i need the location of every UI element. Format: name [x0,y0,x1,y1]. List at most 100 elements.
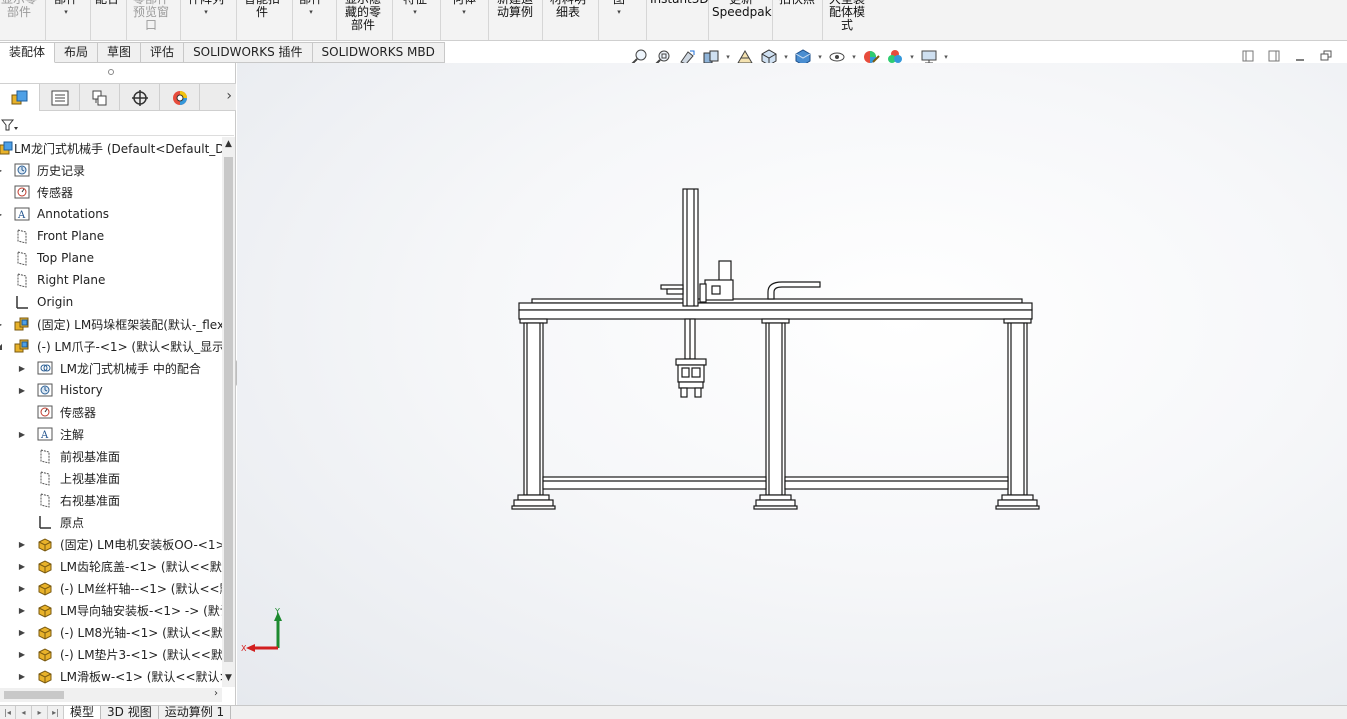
tree-item[interactable]: ▶ LM滑板w-<1> (默认<<默认> [0,665,222,687]
tree-item[interactable]: Origin [0,291,222,313]
expand-arrow-icon[interactable]: ▶ [17,628,27,637]
property-manager-icon[interactable] [40,84,80,111]
panel-collapse-handle[interactable] [108,69,114,75]
tab-5[interactable]: SOLIDWORKS MBD [312,42,445,63]
expand-arrow-icon[interactable]: ▶ [17,430,27,439]
ribbon-button-1[interactable]: 部件▾ [47,0,85,39]
chevron-down-icon[interactable]: ▾ [782,53,790,61]
ribbon-button-4[interactable]: 件阵列▾ [184,0,228,39]
scroll-up-icon[interactable]: ▲ [225,139,232,149]
tab-2[interactable]: 草图 [98,42,142,63]
expand-arrow-icon[interactable]: ▶ [0,166,4,175]
tree-item[interactable]: 原点 [0,511,222,533]
ribbon-button-3[interactable]: 零部件 预览窗 口 [128,0,174,39]
tree-item[interactable]: Top Plane [0,247,222,269]
tree-item[interactable]: ▶ LM龙门式机械手 中的配合 [0,357,222,379]
tree-item[interactable]: ▶ A Annotations [0,203,222,225]
scroll-right-icon[interactable]: › [214,688,218,699]
next-tab-icon[interactable]: ▸ [32,706,48,719]
tree-item[interactable]: 上视基准面 [0,467,222,489]
tile-right-icon[interactable] [1266,48,1282,64]
configuration-manager-icon[interactable] [80,84,120,111]
scrollbar-thumb[interactable] [224,157,233,662]
chevron-down-icon[interactable]: ▾ [447,7,481,17]
expand-arrow-icon[interactable]: ▶ [17,672,27,681]
expand-arrow-icon[interactable]: ▶ [17,364,27,373]
chevron-down-icon[interactable]: ▾ [606,7,632,17]
scroll-down-icon[interactable]: ▼ [225,673,232,683]
chevron-down-icon[interactable]: ▾ [908,53,916,61]
tree-vertical-scrollbar[interactable]: ▲ ▼ [222,137,235,687]
ribbon-button-11[interactable]: 材料明 细表 [546,0,590,39]
tree-item[interactable]: 传感器 [0,401,222,423]
dimxpert-manager-icon[interactable] [120,84,160,111]
chevron-right-icon[interactable]: › [226,88,232,104]
tree-item[interactable]: 前视基准面 [0,445,222,467]
tree-item[interactable]: ◢ (-) LM爪子-<1> (默认<默认_显示 [0,335,222,357]
tree-item[interactable]: Front Plane [0,225,222,247]
chevron-down-icon[interactable]: ▾ [816,53,824,61]
chevron-down-icon[interactable]: ▾ [47,7,85,17]
bottom-tab-2[interactable]: 运动算例 1 [159,706,232,719]
scrollbar-thumb[interactable] [4,691,64,699]
chevron-down-icon[interactable]: ▾ [184,7,228,17]
ribbon-button-10[interactable]: 新建运 动算例 [494,0,536,39]
chevron-down-icon[interactable]: ▾ [724,53,732,61]
tree-item[interactable]: ▶ A 注解 [0,423,222,445]
tree-item[interactable]: ▶ (-) LM8光轴-<1> (默认<<默认 [0,621,222,643]
tree-item[interactable]: ◢LM龙门式机械手 (Default<Default_D [0,137,222,159]
expand-arrow-icon[interactable]: ▶ [17,650,27,659]
chevron-down-icon[interactable]: ▾ [398,7,432,17]
tree-item[interactable]: ▶ LM导向轴安装板-<1> -> (默认 [0,599,222,621]
tab-1[interactable]: 布局 [55,42,99,63]
tree-item[interactable]: Right Plane [0,269,222,291]
expand-arrow-icon[interactable]: ▶ [0,320,4,329]
ribbon-button-15[interactable]: 拍快照 [776,0,818,39]
tree-item[interactable]: ▶ (固定) LM码垛框架装配(默认-_flex [0,313,222,335]
expand-arrow-icon[interactable]: ▶ [17,584,27,593]
tile-left-icon[interactable] [1240,48,1256,64]
ribbon-button-13[interactable]: Instant3D [650,0,709,39]
prev-tab-icon[interactable]: ◂ [16,706,32,719]
tree-item[interactable]: 右视基准面 [0,489,222,511]
last-tab-icon[interactable]: ▸| [48,706,64,719]
ribbon-button-5[interactable]: 智能扣 件 [240,0,284,39]
tab-0[interactable]: 装配体 [0,42,56,63]
tree-item[interactable]: 传感器 [0,181,222,203]
bottom-tab-1[interactable]: 3D 视图 [101,706,159,719]
tab-4[interactable]: SOLIDWORKS 插件 [184,42,313,63]
collapse-arrow-icon[interactable]: ◢ [0,342,4,351]
tree-item[interactable]: ▶ (-) LM丝杆轴--<1> (默认<<默 [0,577,222,599]
first-tab-icon[interactable]: |◂ [0,706,16,719]
restore-icon[interactable] [1318,48,1334,64]
tree-item[interactable]: ▶ LM齿轮底盖-<1> (默认<<默认 [0,555,222,577]
expand-arrow-icon[interactable]: ▶ [17,606,27,615]
expand-arrow-icon[interactable]: ▶ [17,540,27,549]
ribbon-button-7[interactable]: 显示隐 藏的零 部件 [342,0,384,39]
featuremanager-tree-icon[interactable] [0,84,40,111]
filter-icon[interactable] [1,118,19,132]
ribbon-button-9[interactable]: 何体▾ [447,0,481,39]
ribbon-button-16[interactable]: 大型装 配体模 式 [826,0,868,39]
ribbon-button-2[interactable]: 配合 [92,0,122,39]
ribbon-button-12[interactable]: 图▾ [606,0,632,39]
expand-arrow-icon[interactable]: ▶ [17,386,27,395]
tree-item[interactable]: ▶ (固定) LM电机安装板OO-<1> [0,533,222,555]
ribbon-button-14[interactable]: 更新 Speedpak [712,0,772,39]
expand-arrow-icon[interactable]: ▶ [17,562,27,571]
tree-horizontal-scrollbar[interactable]: › [0,688,222,702]
bottom-tab-0[interactable]: 模型 [64,706,102,719]
minimize-icon[interactable] [1292,48,1308,64]
chevron-down-icon[interactable]: ▾ [942,53,950,61]
tree-item[interactable]: ▶ (-) LM垫片3-<1> (默认<<默认 [0,643,222,665]
expand-arrow-icon[interactable]: ▶ [0,210,4,219]
display-manager-icon[interactable] [160,84,200,111]
tree-item[interactable]: ▶ 历史记录 [0,159,222,181]
ribbon-button-6[interactable]: 部件▾ [295,0,327,39]
ribbon-button-0[interactable]: 显示零 部件 [0,0,38,39]
tab-3[interactable]: 评估 [141,42,185,63]
chevron-down-icon[interactable]: ▾ [295,7,327,17]
ribbon-button-8[interactable]: 特征▾ [398,0,432,39]
tree-item[interactable]: ▶ History [0,379,222,401]
chevron-down-icon[interactable]: ▾ [850,53,858,61]
